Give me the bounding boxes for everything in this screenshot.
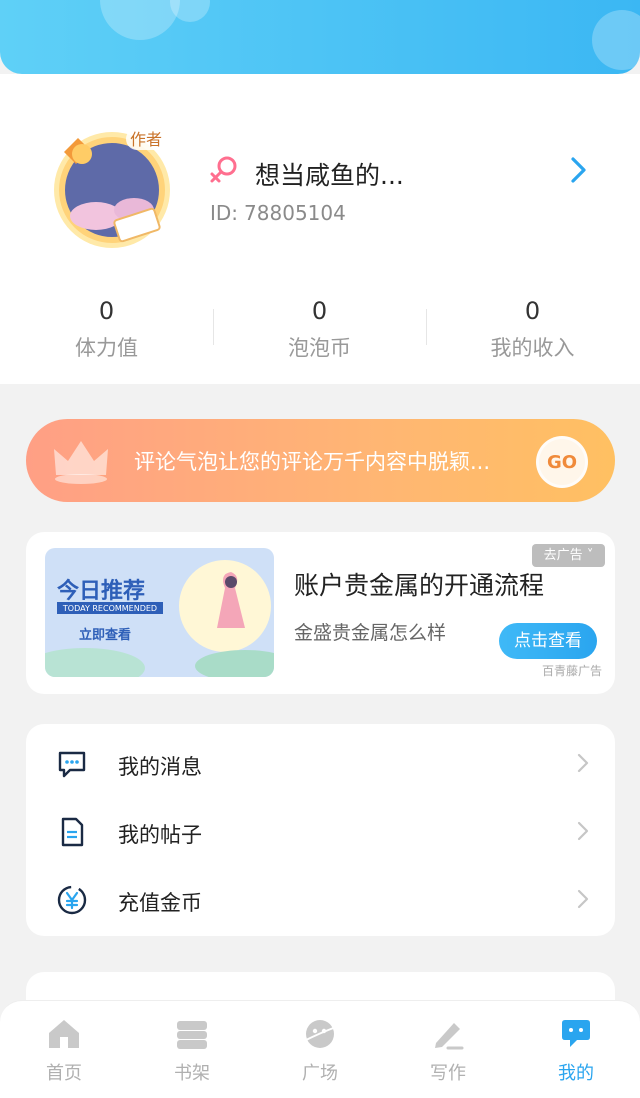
chevron-down-icon: ˅ — [582, 548, 594, 563]
user-id-value: 78805104 — [244, 201, 346, 225]
banner-bubble — [592, 10, 640, 70]
avatar[interactable]: 作者 — [34, 114, 200, 264]
ad-source: 百青藤广告 — [542, 664, 603, 678]
tab-bookshelf[interactable]: 书架 — [128, 1001, 256, 1098]
tab-plaza[interactable]: 广场 — [256, 1001, 384, 1098]
menu-label: 我的消息 — [118, 755, 202, 779]
message-icon — [58, 751, 86, 778]
menu-item-recharge[interactable]: 充值金币 — [26, 864, 615, 932]
me-icon — [562, 1020, 590, 1047]
document-icon — [61, 817, 84, 847]
avatar-illustration: 作者 — [54, 128, 170, 248]
stat-value: 0 — [311, 297, 328, 325]
banner-bubble — [170, 0, 210, 22]
tab-label: 首页 — [46, 1063, 82, 1084]
stat-value: 0 — [524, 297, 541, 325]
ad-image-subtitle: TODAY RECOMMENDED — [62, 604, 157, 613]
menu-item-messages[interactable]: 我的消息 — [26, 728, 615, 796]
tab-home[interactable]: 首页 — [0, 1001, 128, 1098]
stat-label: 体力值 — [75, 336, 138, 360]
banner-bubble — [100, 0, 180, 40]
plaza-icon — [303, 1020, 337, 1048]
go-button[interactable]: GO — [536, 436, 588, 488]
home-icon — [49, 1020, 79, 1048]
user-id: ID: 78805104 — [210, 201, 346, 225]
tab-me[interactable]: 我的 — [512, 1001, 640, 1098]
tab-label: 写作 — [430, 1063, 466, 1084]
tab-label: 我的 — [558, 1063, 594, 1084]
top-banner — [0, 0, 640, 74]
bottom-tab-bar: 首页 书架 广场 写作 我的 — [0, 1000, 640, 1098]
crown-icon — [54, 441, 108, 484]
menu-list: 我的消息 我的帖子 充值金币 — [26, 724, 615, 936]
ad-image-title: 今日推荐 — [57, 578, 145, 604]
comment-bubble-promo[interactable]: 评论气泡让您的评论万千内容中脱颖... GO — [26, 419, 615, 502]
chevron-right-icon — [577, 889, 589, 909]
stat-label: 泡泡币 — [288, 336, 351, 360]
ad-image[interactable]: 今日推荐 TODAY RECOMMENDED 立即查看 — [45, 548, 274, 677]
profile-section: 作者 想当咸鱼的... ID: 78805104 0 体力值 0 泡泡币 0 我的… — [0, 74, 640, 384]
author-badge: 作者 — [130, 130, 162, 149]
menu-label: 充值金币 — [118, 891, 202, 915]
chevron-right-icon — [577, 821, 589, 841]
female-gender-icon — [210, 156, 237, 183]
write-icon — [435, 1023, 464, 1050]
menu-item-posts[interactable]: 我的帖子 — [26, 796, 615, 864]
menu-label: 我的帖子 — [118, 823, 202, 847]
ad-subtitle: 金盛贵金属怎么样 — [294, 622, 447, 644]
ad-title: 账户贵金属的开通流程 — [294, 571, 545, 600]
yuan-coin-icon — [57, 885, 87, 915]
ad-illustration: 今日推荐 TODAY RECOMMENDED 立即查看 — [45, 548, 274, 677]
tab-label: 广场 — [302, 1063, 338, 1084]
chevron-right-icon — [577, 753, 589, 773]
tab-label: 书架 — [174, 1063, 210, 1084]
remove-ad-label: 去广告 — [543, 548, 583, 563]
promo-text: 评论气泡让您的评论万千内容中脱颖... — [134, 450, 491, 474]
remove-ad-button[interactable]: 去广告 ˅ — [532, 544, 605, 567]
stat-value: 0 — [98, 297, 115, 325]
bookshelf-icon — [177, 1021, 207, 1049]
chevron-right-icon[interactable] — [566, 154, 590, 186]
stat-label: 我的收入 — [490, 336, 575, 360]
ad-card[interactable]: 今日推荐 TODAY RECOMMENDED 立即查看 账户贵金属的开通流程 金… — [26, 532, 615, 694]
username: 想当咸鱼的... — [255, 161, 404, 190]
user-id-label: ID: — [210, 201, 239, 225]
ad-image-cta: 立即查看 — [79, 627, 131, 643]
stat-stamina[interactable]: 0 体力值 — [0, 296, 213, 362]
ad-view-button[interactable]: 点击查看 — [499, 623, 597, 659]
stat-bubble-coins[interactable]: 0 泡泡币 — [213, 296, 426, 362]
stat-income[interactable]: 0 我的收入 — [426, 296, 639, 362]
tab-write[interactable]: 写作 — [384, 1001, 512, 1098]
